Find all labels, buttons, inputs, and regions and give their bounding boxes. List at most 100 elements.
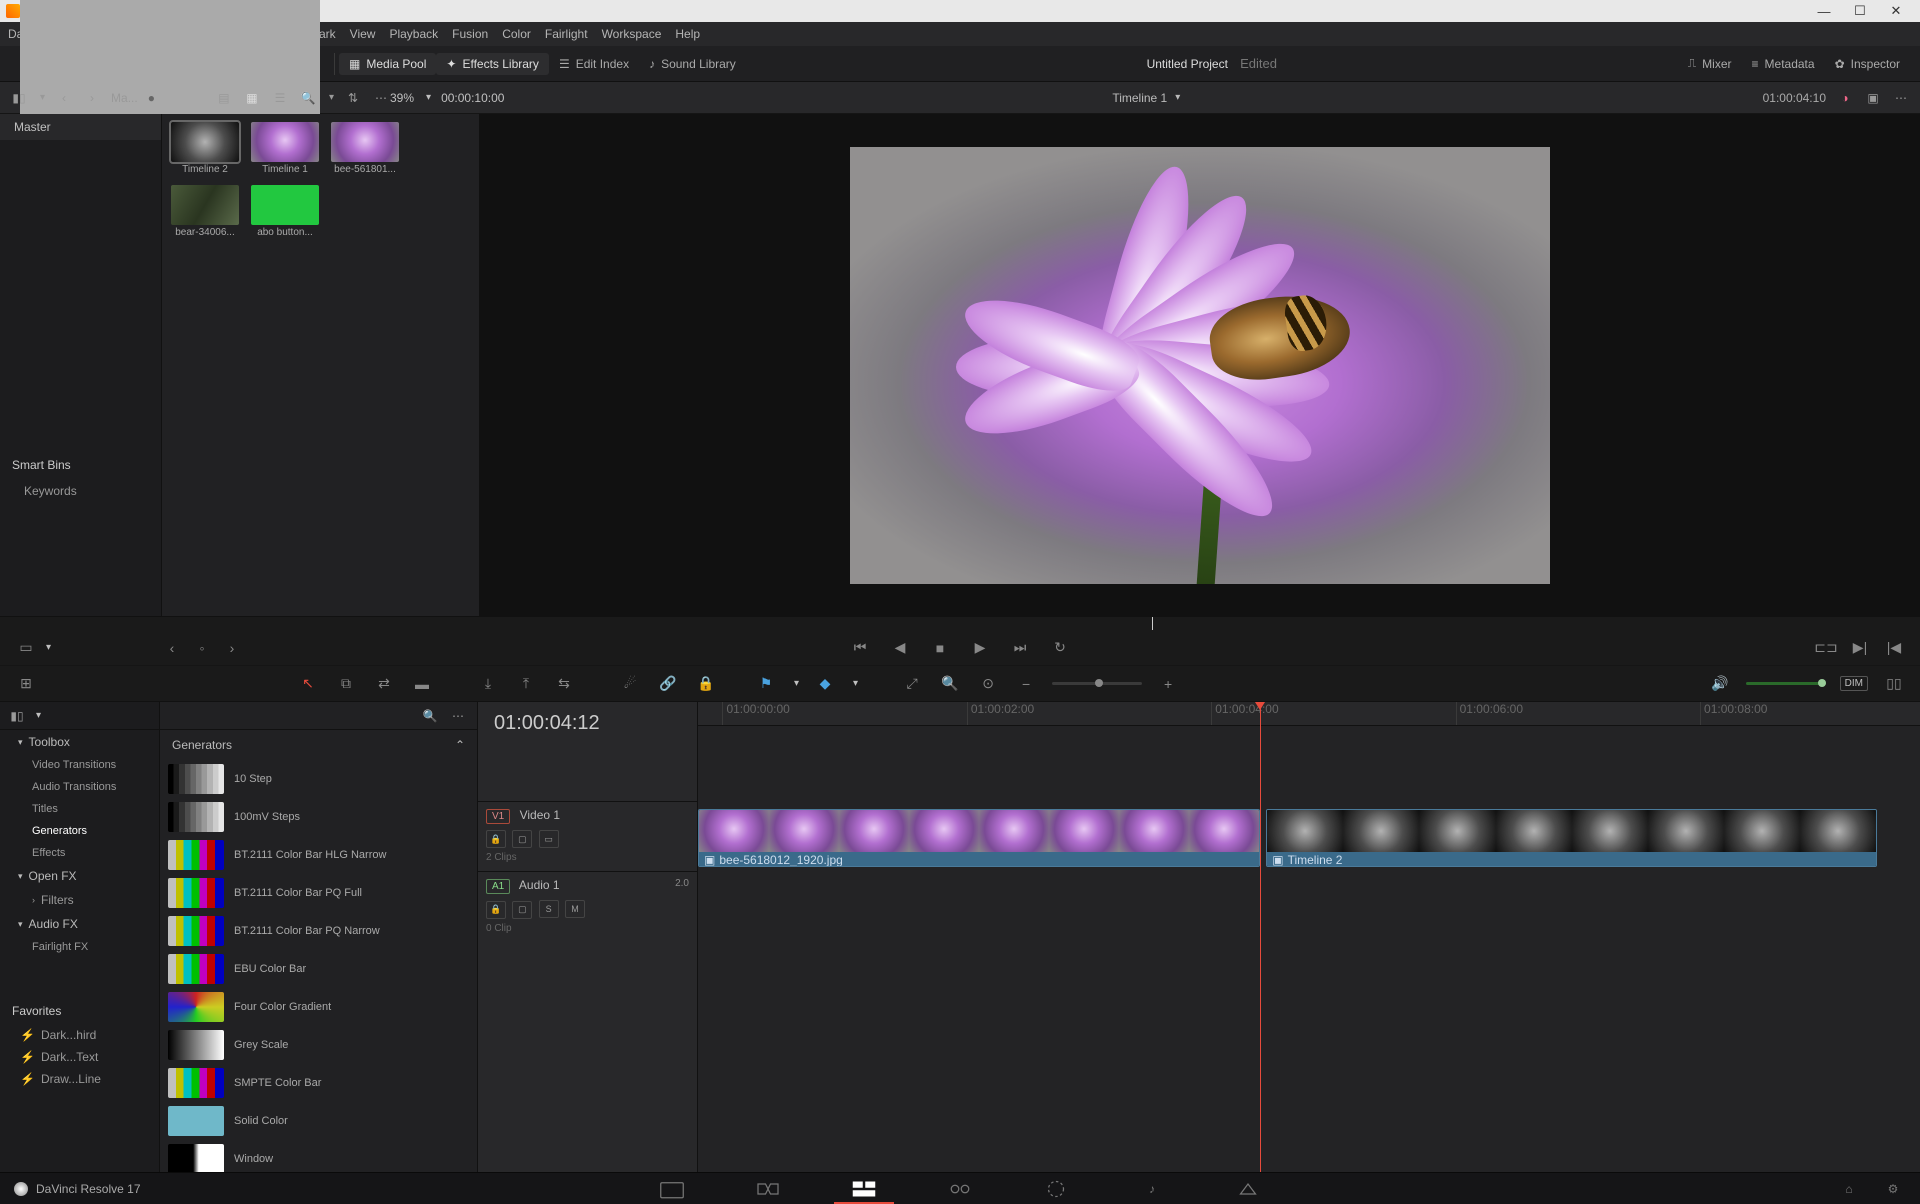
page-media[interactable] bbox=[659, 1179, 685, 1199]
timeline-area[interactable]: 01:00:00:00 01:00:02:00 01:00:04:00 01:0… bbox=[698, 702, 1920, 1172]
toolbox-group-toolbox[interactable]: ▾Toolbox bbox=[0, 730, 159, 754]
in-out-button[interactable]: ⊏⊐ bbox=[1814, 638, 1838, 658]
match-frame[interactable]: ◦ bbox=[190, 638, 214, 658]
page-fairlight[interactable]: ♪ bbox=[1139, 1179, 1165, 1199]
toolbox-layout-button[interactable]: ▮▯ bbox=[8, 709, 26, 723]
go-last-button[interactable]: ⏭ bbox=[1008, 638, 1032, 658]
options-button[interactable]: ⋯ bbox=[372, 91, 390, 105]
trim-tool[interactable]: ⧉ bbox=[334, 674, 358, 694]
timeline-name[interactable]: Timeline 1 bbox=[1112, 91, 1167, 105]
toolbox-video-transitions[interactable]: Video Transitions bbox=[0, 754, 159, 776]
media-thumb[interactable]: abo button... bbox=[250, 185, 320, 238]
stop-button[interactable]: ■ bbox=[928, 638, 952, 658]
minimize-button[interactable]: — bbox=[1806, 4, 1842, 19]
viewer-options-button[interactable]: ⋯ bbox=[1892, 91, 1910, 105]
track-lock-v1[interactable]: 🔒 bbox=[486, 830, 506, 848]
media-pool-button[interactable]: ▦ Media Pool bbox=[339, 53, 436, 75]
go-prev-clip-button[interactable]: |◀ bbox=[1882, 638, 1906, 658]
audio-meters-button[interactable]: ▯▯ bbox=[1882, 674, 1906, 694]
selection-tool[interactable]: ↖ bbox=[296, 674, 320, 694]
effects-library-button[interactable]: ✦ Effects Library bbox=[436, 53, 549, 75]
smart-bin-keywords[interactable]: Keywords bbox=[0, 480, 161, 502]
generators-search-button[interactable]: 🔍 bbox=[421, 709, 439, 723]
toolbox-effects[interactable]: Effects bbox=[0, 842, 159, 864]
timeline-view-options-button[interactable]: ⊞ bbox=[14, 674, 38, 694]
match-frame-prev[interactable]: ‹ bbox=[160, 638, 184, 658]
generator-item[interactable]: BT.2111 Color Bar PQ Full bbox=[160, 874, 477, 912]
toolbox-group-openfx[interactable]: ▾Open FX bbox=[0, 864, 159, 888]
scrubber-playhead[interactable] bbox=[1152, 617, 1153, 630]
media-thumb[interactable]: bee-561801... bbox=[330, 122, 400, 175]
toolbox-fairlightfx[interactable]: Fairlight FX bbox=[0, 936, 159, 958]
toolbox-group-audiofx[interactable]: ▾Audio FX bbox=[0, 912, 159, 936]
metadata-button[interactable]: ≡ Metadata bbox=[1742, 53, 1825, 75]
toolbox-titles[interactable]: Titles bbox=[0, 798, 159, 820]
inspector-button[interactable]: ✿ Inspector bbox=[1825, 53, 1910, 75]
zoom-percent[interactable]: 39% bbox=[390, 91, 414, 105]
page-fusion[interactable] bbox=[947, 1179, 973, 1199]
media-thumb[interactable]: Timeline 1 bbox=[250, 122, 320, 175]
view-list-button[interactable]: ☰ bbox=[271, 91, 289, 105]
generator-item[interactable]: Grey Scale bbox=[160, 1026, 477, 1064]
play-reverse-button[interactable]: ◀ bbox=[888, 638, 912, 658]
collapse-icon[interactable]: ⌃ bbox=[455, 738, 465, 752]
zoom-detail-button[interactable]: 🔍 bbox=[938, 674, 962, 694]
blade-tool[interactable]: ▬ bbox=[410, 674, 434, 694]
toolbox-audio-transitions[interactable]: Audio Transitions bbox=[0, 776, 159, 798]
close-button[interactable]: ✕ bbox=[1878, 3, 1914, 19]
toolbox-filters[interactable]: ›Filters bbox=[0, 888, 159, 912]
chevron-down-icon[interactable]: ▾ bbox=[1175, 92, 1180, 103]
bin-breadcrumb[interactable]: Ma... bbox=[111, 91, 138, 105]
zoom-custom-button[interactable]: ⊙ bbox=[976, 674, 1000, 694]
menu-help[interactable]: Help bbox=[675, 27, 700, 41]
search-button[interactable]: 🔍 bbox=[299, 91, 317, 105]
menu-view[interactable]: View bbox=[350, 27, 376, 41]
play-button[interactable]: ▶ bbox=[968, 638, 992, 658]
favorite-item[interactable]: ⚡Dark...Text bbox=[0, 1046, 159, 1068]
menu-color[interactable]: Color bbox=[502, 27, 531, 41]
menu-fairlight[interactable]: Fairlight bbox=[545, 27, 588, 41]
nav-back-button[interactable]: ‹ bbox=[55, 91, 73, 105]
track-arm-a1[interactable]: ▢ bbox=[512, 901, 532, 919]
page-edit[interactable] bbox=[851, 1179, 877, 1199]
track-badge-v1[interactable]: V1 bbox=[486, 809, 510, 824]
track-lock-a1[interactable]: 🔒 bbox=[486, 901, 506, 919]
track-mute-a1[interactable]: M bbox=[565, 900, 585, 918]
sound-library-button[interactable]: ♪ Sound Library bbox=[639, 53, 746, 75]
flag-button[interactable]: ⚑ bbox=[754, 674, 778, 694]
favorite-item[interactable]: ⚡Dark...hird bbox=[0, 1024, 159, 1046]
timeline-ruler[interactable]: 01:00:00:00 01:00:02:00 01:00:04:00 01:0… bbox=[698, 702, 1920, 726]
zoom-out-button[interactable]: − bbox=[1014, 674, 1038, 694]
zoom-in-button[interactable]: + bbox=[1156, 674, 1180, 694]
timeline-clip[interactable]: ▣bee-5618012_1920.jpg bbox=[698, 809, 1260, 867]
media-thumb[interactable]: bear-34006... bbox=[170, 185, 240, 238]
generators-options-button[interactable]: ⋯ bbox=[449, 709, 467, 723]
generator-item[interactable]: 10 Step bbox=[160, 760, 477, 798]
track-enable-v1[interactable]: ▭ bbox=[539, 830, 559, 848]
timeline-clip[interactable]: ▣Timeline 2 bbox=[1266, 809, 1877, 867]
mixer-button[interactable]: ⎍ Mixer bbox=[1678, 52, 1742, 75]
retime-button[interactable]: ☄ bbox=[618, 674, 642, 694]
volume-slider[interactable] bbox=[1746, 682, 1826, 685]
lock-button[interactable]: 🔒 bbox=[694, 674, 718, 694]
view-thumb-button[interactable]: ▦ bbox=[243, 91, 261, 105]
media-thumb[interactable]: Timeline 2 bbox=[170, 122, 240, 175]
dual-viewer-button[interactable]: ▣ bbox=[1864, 91, 1882, 105]
page-deliver[interactable] bbox=[1235, 1179, 1261, 1199]
insert-clip-button[interactable]: ⤓ bbox=[476, 674, 500, 694]
bypass-grade-button[interactable]: ◑ bbox=[1836, 91, 1854, 105]
generator-item[interactable]: Four Color Gradient bbox=[160, 988, 477, 1026]
menu-playback[interactable]: Playback bbox=[389, 27, 438, 41]
menu-fusion[interactable]: Fusion bbox=[452, 27, 488, 41]
maximize-button[interactable]: ☐ bbox=[1842, 3, 1878, 19]
generator-item[interactable]: Window bbox=[160, 1140, 477, 1172]
audio-monitor-button[interactable]: 🔊 bbox=[1708, 674, 1732, 694]
link-button[interactable]: 🔗 bbox=[656, 674, 680, 694]
playhead[interactable] bbox=[1260, 702, 1261, 1172]
go-next-clip-button[interactable]: ▶| bbox=[1848, 638, 1872, 658]
track-auto-select-v1[interactable]: ▢ bbox=[512, 830, 532, 848]
page-color[interactable] bbox=[1043, 1179, 1069, 1199]
generator-item[interactable]: 100mV Steps bbox=[160, 798, 477, 836]
nav-fwd-button[interactable]: › bbox=[83, 91, 101, 105]
loop-button[interactable]: ↻ bbox=[1048, 638, 1072, 658]
